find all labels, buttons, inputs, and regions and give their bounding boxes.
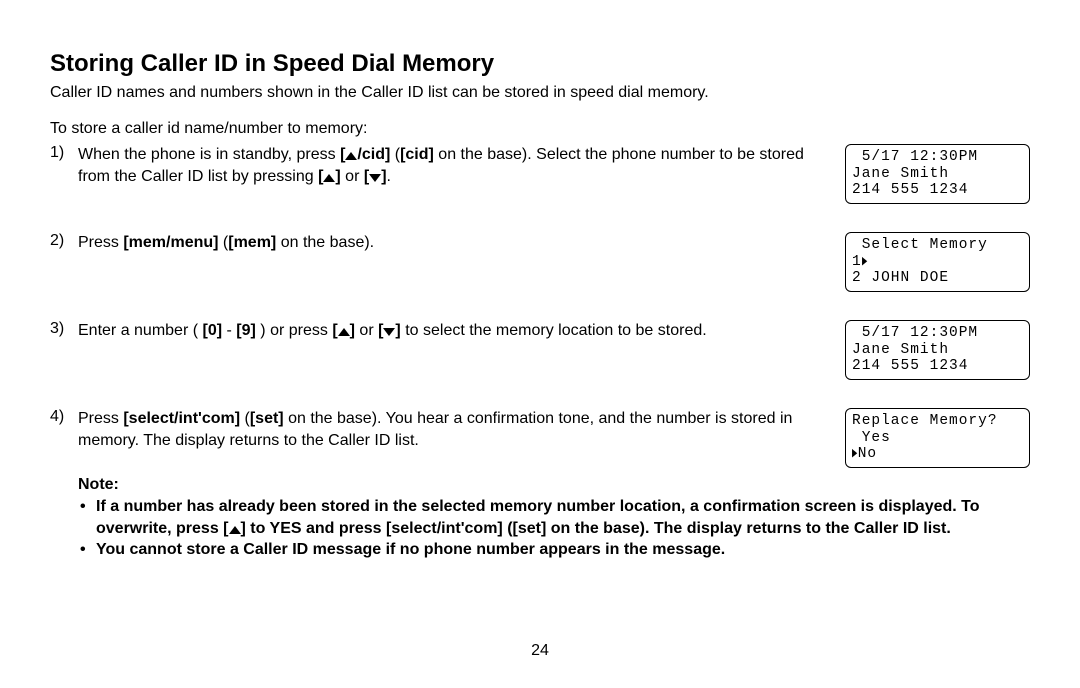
cursor-icon: ▶ bbox=[862, 254, 868, 271]
down-arrow-icon bbox=[383, 328, 395, 336]
lcd-display-1: 5/17 12:30PM Jane Smith 214 555 1234 bbox=[845, 144, 1030, 204]
pre-list-text: To store a caller id name/number to memo… bbox=[50, 120, 1030, 138]
step-3-number: 3) bbox=[50, 320, 78, 342]
intro-text: Caller ID names and numbers shown in the… bbox=[50, 84, 1030, 102]
down-arrow-icon bbox=[369, 174, 381, 182]
step-4-number: 4) bbox=[50, 408, 78, 451]
step-4-text: Press [select/int'com] ([set] on the bas… bbox=[78, 408, 825, 451]
step-1-text: When the phone is in standby, press [/ci… bbox=[78, 144, 825, 187]
note-item-1: If a number has already been stored in t… bbox=[78, 496, 1030, 539]
step-3-text: Enter a number ( [0] - [9] ) or press []… bbox=[78, 320, 707, 342]
up-arrow-icon bbox=[323, 174, 335, 182]
step-3-row: 3) Enter a number ( [0] - [9] ) or press… bbox=[50, 320, 1030, 380]
lcd-display-3: 5/17 12:30PM Jane Smith 214 555 1234 bbox=[845, 320, 1030, 380]
step-2-text: Press [mem/menu] ([mem] on the base). bbox=[78, 232, 374, 254]
step-1-row: 1) When the phone is in standby, press [… bbox=[50, 144, 1030, 204]
step-2-row: 2) Press [mem/menu] ([mem] on the base).… bbox=[50, 232, 1030, 292]
page-heading: Storing Caller ID in Speed Dial Memory bbox=[50, 50, 1030, 78]
up-arrow-icon bbox=[338, 328, 350, 336]
page-number: 24 bbox=[0, 642, 1080, 660]
note-block: Note: If a number has already been store… bbox=[78, 476, 1030, 561]
up-arrow-icon bbox=[345, 152, 357, 160]
step-4-row: 4) Press [select/int'com] ([set] on the … bbox=[50, 408, 1030, 468]
step-1-number: 1) bbox=[50, 144, 78, 187]
up-arrow-icon bbox=[229, 526, 241, 534]
lcd-display-2: Select Memory 1▶ 2 JOHN DOE bbox=[845, 232, 1030, 292]
lcd-display-4: Replace Memory? Yes ▶No bbox=[845, 408, 1030, 468]
cursor-icon: ▶ bbox=[852, 446, 858, 463]
note-label: Note: bbox=[78, 476, 1030, 494]
step-2-number: 2) bbox=[50, 232, 78, 254]
note-item-2: You cannot store a Caller ID message if … bbox=[78, 539, 1030, 561]
